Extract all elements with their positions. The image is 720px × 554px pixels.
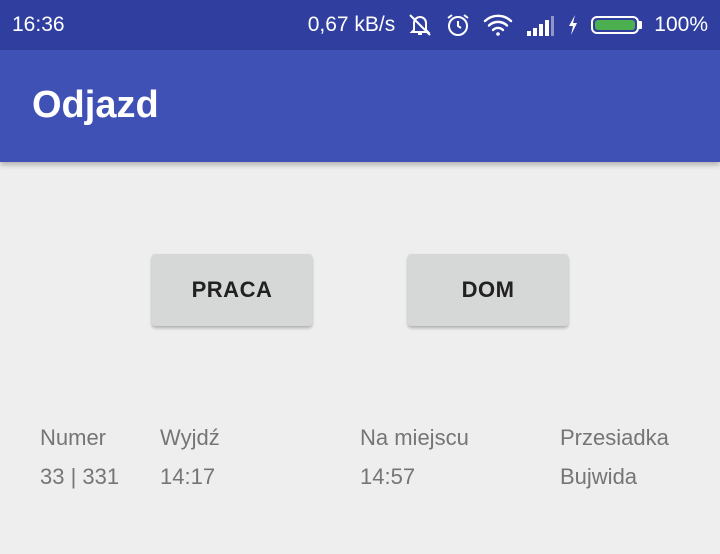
cell-na-miejscu: 14:57 (360, 464, 416, 489)
wifi-icon (483, 13, 513, 37)
header-przesiadka: Przesiadka (560, 425, 669, 450)
cell-numer: 33 | 331 (40, 464, 120, 489)
dom-button[interactable]: DOM (408, 254, 568, 326)
app-title: Odjazd (32, 84, 159, 126)
header-numer: Numer (40, 425, 107, 450)
battery-icon (591, 16, 643, 34)
network-speed: 0,67 kB/s (307, 13, 396, 36)
charging-icon (567, 14, 579, 36)
cell-przesiadka: Bujwida (560, 464, 638, 489)
praca-button[interactable]: PRACA (152, 254, 312, 326)
battery-percent: 100% (654, 13, 708, 36)
battery-level (595, 20, 636, 30)
header-wyjdz: Wyjdź (160, 425, 220, 450)
status-bar: 16:36 0,67 kB/s 100% (0, 0, 720, 50)
alarm-icon (445, 12, 471, 38)
header-na-miejscu: Na miejscu (360, 425, 469, 450)
status-icons: 0,67 kB/s 100% (308, 0, 708, 50)
status-time: 16:36 (12, 13, 65, 36)
cell-wyjdz: 14:17 (160, 464, 216, 489)
vibrate-off-icon (407, 12, 433, 38)
signal-icon (525, 13, 555, 37)
app-bar: Odjazd (0, 50, 720, 162)
